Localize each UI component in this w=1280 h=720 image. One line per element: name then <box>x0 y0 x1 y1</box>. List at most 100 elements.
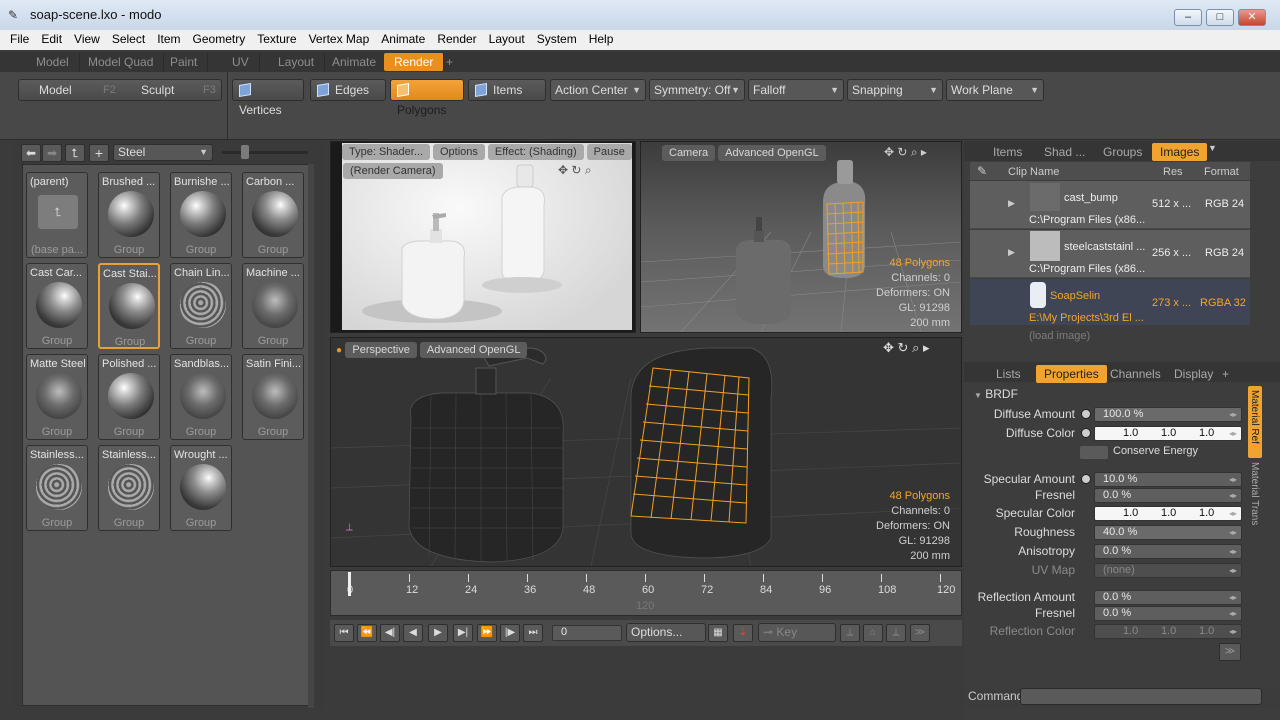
tab-properties[interactable]: Properties <box>1036 365 1107 383</box>
falloff-dropdown[interactable]: Falloff ▼ <box>748 79 844 101</box>
timeline-options-button[interactable]: Options... <box>626 623 706 642</box>
slider-arrows-icon[interactable]: ◂▸ <box>1229 427 1240 440</box>
material-preset-tile[interactable]: Machine ... Group <box>242 263 304 349</box>
brdf-section[interactable]: ▼ BRDF <box>974 387 1018 401</box>
next-key-icon[interactable]: ⏩ <box>477 624 497 642</box>
tab-lists[interactable]: Lists <box>988 365 1029 383</box>
tab-paint[interactable]: Paint <box>160 53 209 71</box>
edges-button[interactable]: Edges <box>310 79 386 101</box>
expand-arrow-icon[interactable]: ▶ <box>1008 198 1015 209</box>
tab-items[interactable]: Items <box>985 143 1030 161</box>
more-properties-icon[interactable]: ≫ <box>1219 643 1241 661</box>
animate-ring-icon[interactable] <box>1081 474 1091 484</box>
material-preset-tile[interactable]: Stainless... Group <box>26 445 88 531</box>
slider-handle[interactable] <box>241 145 249 159</box>
material-preset-tile[interactable]: Sandblas... Group <box>170 354 232 440</box>
chevron-down-icon[interactable]: ▼ <box>1208 143 1217 153</box>
key-lock-icon[interactable]: ⌂ <box>863 624 883 642</box>
render-effect-button[interactable]: Effect: (Shading) <box>487 144 584 160</box>
brush-icon[interactable]: ✎ <box>977 164 987 178</box>
menu-help[interactable]: Help <box>583 30 620 46</box>
col-clip-name[interactable]: Clip Name <box>1008 166 1059 178</box>
specular-color-component[interactable]: 1.0 <box>1199 507 1214 520</box>
slider-arrows-icon[interactable]: ◂▸ <box>1229 591 1240 604</box>
slider-arrows-icon[interactable]: ◂▸ <box>1229 564 1240 577</box>
diffuse-color-field[interactable]: 1.0 1.0 1.0 <box>1094 426 1242 441</box>
slider-arrows-icon[interactable]: ◂▸ <box>1229 545 1240 558</box>
preset-scrollbar[interactable] <box>308 164 314 708</box>
action-center-dropdown[interactable]: Action Center ▼ <box>550 79 646 101</box>
diffuse-color-component[interactable]: 1.0 <box>1199 427 1214 440</box>
key-tool-icon[interactable]: ⟂ <box>840 624 860 642</box>
model-mode-button[interactable]: Model <box>39 80 72 100</box>
expand-arrow-icon[interactable]: ▶ <box>1008 247 1015 258</box>
specular-color-component[interactable]: 1.0 <box>1161 507 1176 520</box>
animate-ring-icon[interactable] <box>1081 409 1091 419</box>
timeline-playhead[interactable] <box>348 572 351 596</box>
preset-filter-dropdown[interactable]: Steel ▼ <box>113 144 213 161</box>
key-filter-icon[interactable]: ⟂ <box>886 624 906 642</box>
slider-arrows-icon[interactable]: ◂▸ <box>1229 473 1240 486</box>
tab-animate[interactable]: Animate <box>322 53 388 71</box>
anisotropy-field[interactable]: 0.0 % <box>1094 544 1242 559</box>
move-icon[interactable]: ✥ <box>883 340 894 355</box>
rotate-icon[interactable]: ↻ <box>898 340 909 355</box>
fresnel-field[interactable]: 0.0 % <box>1094 488 1242 503</box>
step-forward-icon[interactable]: ▶| <box>453 624 473 642</box>
material-preset-tile[interactable]: Stainless... Group <box>98 445 160 531</box>
tab-channels[interactable]: Channels <box>1102 365 1169 383</box>
material-preset-tile[interactable]: Matte Steel Group <box>26 354 88 440</box>
menu-layout[interactable]: Layout <box>483 30 531 46</box>
polygons-button[interactable]: Polygons <box>390 79 464 117</box>
sculpt-mode-button[interactable]: Sculpt <box>141 80 174 100</box>
minimize-button[interactable]: – <box>1174 9 1202 26</box>
vertices-button[interactable]: Vertices <box>232 79 304 117</box>
tab-images[interactable]: Images <box>1152 143 1208 161</box>
viewport-menu-dot-icon[interactable]: ● <box>336 345 342 356</box>
render-options-button[interactable]: Options <box>433 144 485 160</box>
specular-color-component[interactable]: 1.0 <box>1123 507 1138 520</box>
col-res[interactable]: Res <box>1163 166 1183 178</box>
roughness-field[interactable]: 40.0 % <box>1094 525 1242 540</box>
slider-arrows-icon[interactable]: ◂▸ <box>1229 507 1240 520</box>
uv-map-field[interactable]: (none) <box>1094 563 1242 578</box>
go-to-end-icon[interactable]: ⏭ <box>523 624 543 642</box>
menu-edit[interactable]: Edit <box>35 30 68 46</box>
prev-key-icon[interactable]: ⏪ <box>357 624 377 642</box>
diffuse-color-component[interactable]: 1.0 <box>1123 427 1138 440</box>
rotate-icon[interactable]: ↻ <box>571 163 581 177</box>
slider-arrows-icon[interactable]: ◂▸ <box>1229 607 1240 620</box>
camera-button[interactable]: Camera <box>662 145 716 161</box>
move-icon[interactable]: ✥ <box>558 163 568 177</box>
diffuse-amount-field[interactable]: 100.0 % <box>1094 407 1242 422</box>
record-icon[interactable]: ▦ <box>708 624 728 642</box>
material-preset-tile[interactable]: Carbon ... Group <box>242 172 304 258</box>
reflection-color-field[interactable]: 1.0 1.0 1.0 <box>1094 624 1242 639</box>
specular-amount-field[interactable]: 10.0 % <box>1094 472 1242 487</box>
tab-layout[interactable]: Layout <box>268 53 326 71</box>
reflection-fresnel-field[interactable]: 0.0 % <box>1094 606 1242 621</box>
menu-geometry[interactable]: Geometry <box>187 30 252 46</box>
reflection-amount-field[interactable]: 0.0 % <box>1094 590 1242 605</box>
menu-animate[interactable]: Animate <box>375 30 431 46</box>
tab-shader[interactable]: Shad ... <box>1036 143 1093 161</box>
slider-arrows-icon[interactable]: ◂▸ <box>1229 625 1240 638</box>
add-property-tab[interactable]: + <box>1214 365 1237 383</box>
parent-folder-icon[interactable]: ⮤ <box>65 144 85 162</box>
current-frame-field[interactable]: 0 <box>552 625 622 641</box>
slider-arrows-icon[interactable]: ◂▸ <box>1229 408 1240 421</box>
tab-groups[interactable]: Groups <box>1095 143 1150 161</box>
add-tab-button[interactable]: + <box>436 53 463 71</box>
next-frame-icon[interactable]: |▶ <box>500 624 520 642</box>
parent-folder-tile[interactable]: (parent) ⮤ (base pa... <box>26 172 88 258</box>
zoom-icon[interactable]: ⌕ <box>585 163 592 177</box>
key-button[interactable]: ⊸ Key <box>758 623 836 642</box>
menu-item[interactable]: Item <box>151 30 186 46</box>
render-camera-button[interactable]: (Render Camera) <box>343 163 443 179</box>
animate-ring-icon[interactable] <box>1081 428 1091 438</box>
add-icon[interactable]: + <box>89 144 109 162</box>
specular-color-field[interactable]: 1.0 1.0 1.0 <box>1094 506 1242 521</box>
menu-select[interactable]: Select <box>106 30 151 46</box>
perspective-view-button[interactable]: Perspective <box>345 342 417 358</box>
zoom-icon[interactable]: ⌕ <box>912 340 919 355</box>
